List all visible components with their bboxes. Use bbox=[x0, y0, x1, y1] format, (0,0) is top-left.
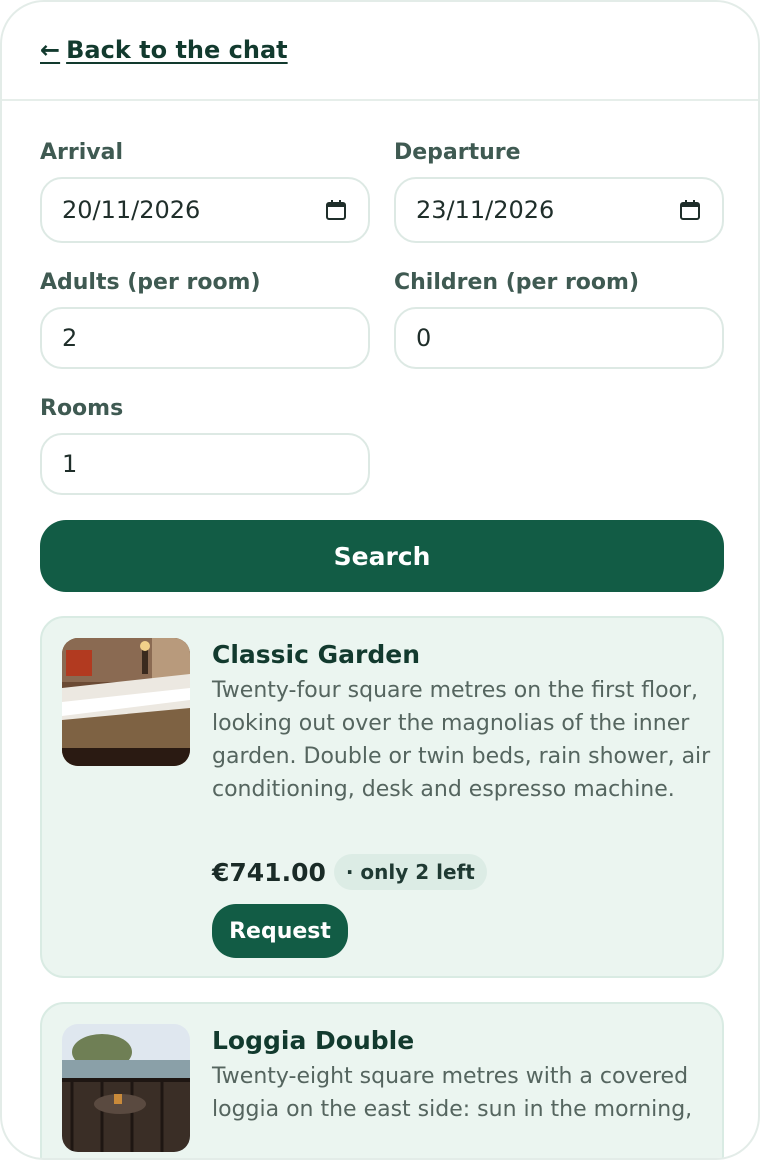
app-frame: ← Back to the chat Arrival Departure Adu… bbox=[0, 0, 760, 1160]
calendar-icon[interactable] bbox=[324, 198, 348, 222]
search-button[interactable]: Search bbox=[40, 520, 724, 592]
availability-badge: · only 2 left bbox=[333, 854, 487, 890]
children-label: Children (per room) bbox=[394, 270, 640, 295]
loggia-view-image bbox=[62, 1024, 190, 1152]
rooms-field[interactable] bbox=[40, 433, 370, 495]
children-field[interactable] bbox=[394, 307, 724, 369]
rooms-input[interactable] bbox=[62, 450, 348, 478]
request-button[interactable]: Request bbox=[212, 904, 348, 958]
bedroom-image bbox=[62, 638, 190, 766]
adults-input[interactable] bbox=[62, 324, 348, 352]
departure-input[interactable] bbox=[416, 196, 678, 224]
arrow-left-icon: ← bbox=[40, 36, 61, 64]
price-row: €741.00 · only 2 left bbox=[212, 854, 487, 890]
children-input[interactable] bbox=[416, 324, 702, 352]
adults-field[interactable] bbox=[40, 307, 370, 369]
arrival-input[interactable] bbox=[62, 196, 324, 224]
back-link-label: Back to the chat bbox=[66, 36, 288, 64]
top-bar: ← Back to the chat bbox=[2, 2, 758, 101]
room-card: Loggia Double Twenty-eight square metres… bbox=[40, 1002, 724, 1158]
arrival-field[interactable] bbox=[40, 177, 370, 243]
room-card: Classic Garden Twenty-four square metres… bbox=[40, 616, 724, 978]
adults-label: Adults (per room) bbox=[40, 270, 261, 295]
departure-label: Departure bbox=[394, 140, 521, 165]
room-photo bbox=[62, 638, 190, 766]
arrival-label: Arrival bbox=[40, 140, 123, 165]
room-photo bbox=[62, 1024, 190, 1152]
room-title: Loggia Double bbox=[212, 1026, 415, 1055]
room-title: Classic Garden bbox=[212, 640, 421, 669]
departure-field[interactable] bbox=[394, 177, 724, 243]
back-to-chat-link[interactable]: ← Back to the chat bbox=[40, 36, 288, 64]
room-price: €741.00 bbox=[212, 857, 326, 887]
calendar-icon[interactable] bbox=[678, 198, 702, 222]
room-description: Twenty-four square metres on the first f… bbox=[212, 678, 711, 802]
room-description: Twenty-eight square metres with a covere… bbox=[212, 1064, 693, 1122]
rooms-label: Rooms bbox=[40, 396, 124, 421]
